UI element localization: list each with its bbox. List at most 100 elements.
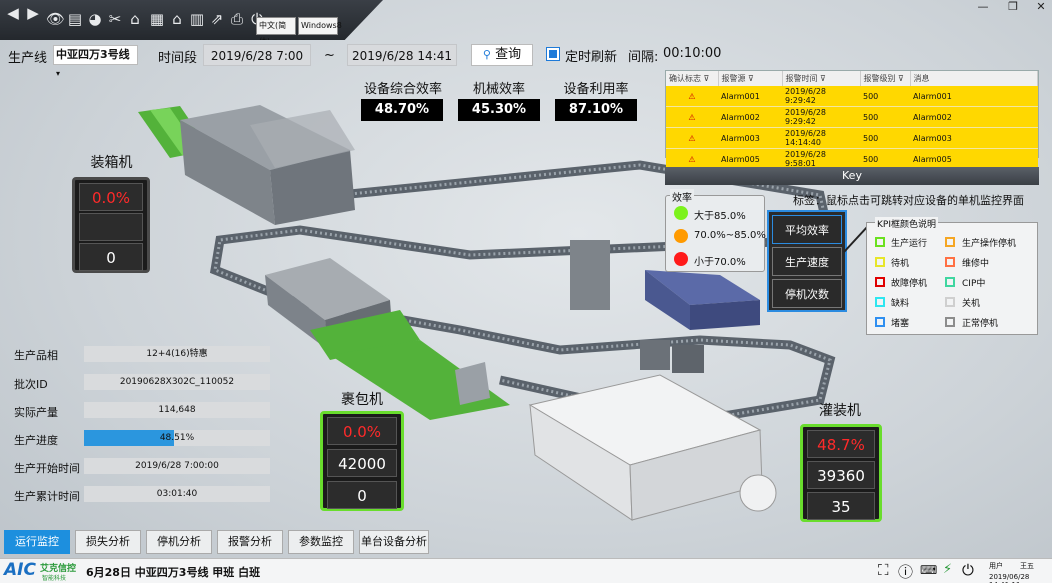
wrapper-title: 裹包机: [341, 392, 383, 408]
alarm-cell: 2019/6/28 9:29:42: [782, 86, 860, 107]
progress-text: 48.51%: [159, 433, 195, 443]
language-select[interactable]: 中文(简体) ▾: [256, 17, 296, 40]
alarm-col-source[interactable]: 报警源 ⊽: [718, 71, 783, 86]
wrapper-efficiency: 0.0%: [327, 417, 397, 445]
alarm-col-message-label: 消息: [913, 74, 930, 83]
back-arrow-icon[interactable]: ◀: [4, 4, 22, 22]
line-label: 生产线: [8, 51, 48, 66]
efficiency-high-label: 大于85.0%: [694, 211, 746, 222]
info-elapsed-label: 生产累计时间: [14, 490, 80, 503]
boxer-stops: 0: [79, 243, 143, 271]
info-elapsed-value: 03:01:40: [84, 486, 270, 502]
info-start-value: 2019/6/28 7:00:00: [84, 458, 270, 474]
tab-param-monitor[interactable]: 参数监控: [288, 530, 354, 554]
status-legend-label: 缺料: [891, 299, 910, 309]
home-icon[interactable]: ⌂: [168, 10, 186, 28]
auto-refresh-checkbox[interactable]: [546, 47, 560, 61]
print-icon[interactable]: ⎙: [228, 10, 246, 28]
efficiency-legend: 效率 大于85.0% 70.0%~85.0% 小于70.0%: [665, 189, 766, 272]
alarm-cell: 500: [860, 106, 910, 128]
grid-icon[interactable]: ▦: [148, 10, 166, 28]
filter-icon[interactable]: ⊽: [820, 74, 826, 83]
keyboard-icon[interactable]: ⌨: [920, 563, 937, 577]
alarm-header-row: 确认标志 ⊽ 报警源 ⊽ 报警时间 ⊽ 报警级别 ⊽ 消息: [666, 71, 1038, 86]
alarm-col-level[interactable]: 报警级别 ⊽: [860, 71, 911, 86]
line-select[interactable]: 中亚四万3号线 ▾: [53, 45, 138, 78]
chevron-down-icon: ▾: [56, 69, 61, 78]
status-swatch-icon: [945, 317, 955, 327]
avg-efficiency-button[interactable]: 平均效率: [772, 215, 842, 244]
alarm-col-message[interactable]: 消息: [910, 71, 1038, 86]
oee-value: 48.70%: [361, 99, 443, 121]
company-logo: AIC: [4, 560, 36, 580]
kpi-legend-title: KPI框颜色说明: [875, 217, 938, 230]
info-batch-value: 20190628X302C_110052: [84, 374, 270, 390]
theme-select[interactable]: Windows8 ▾: [298, 17, 342, 40]
layers-icon[interactable]: ▥: [188, 10, 206, 28]
status-bar: AIC 艾克信控 智能科技 6月28日 中亚四万3号线 甲班 白班 ⛶ ⓘ ⌨ …: [0, 558, 1052, 583]
alarm-col-time[interactable]: 报警时间 ⊽: [782, 71, 861, 86]
filler-kpi-panel[interactable]: 48.7% 39360 35: [800, 424, 882, 522]
close-icon[interactable]: ✕: [1030, 0, 1052, 14]
tab-run-monitor[interactable]: 运行监控: [4, 530, 70, 554]
tab-loss-analysis[interactable]: 损失分析: [75, 530, 141, 554]
status-datetime: 2019/06/28 14:41:11: [989, 573, 1030, 583]
alarm-row[interactable]: ⚠ Alarm001 2019/6/28 9:29:42 500 Alarm001: [666, 86, 1038, 107]
power-icon[interactable]: ⏻: [962, 561, 974, 579]
alarm-row[interactable]: ⚠ Alarm002 2019/6/28 9:29:42 500 Alarm002: [666, 106, 1038, 128]
warning-icon: ⚠: [666, 86, 718, 107]
kpi-color-legend: KPI框颜色说明 生产运行 生产操作停机 待机 维修中 故障停机 CIP中 缺料 关机 堵塞 正常…: [866, 217, 1038, 335]
period-separator: ~: [324, 48, 335, 63]
minimize-icon[interactable]: —: [972, 0, 994, 14]
tools-icon[interactable]: ✂: [106, 10, 124, 28]
eye-icon[interactable]: 👁: [46, 10, 65, 28]
stop-count-button[interactable]: 停机次数: [772, 279, 842, 308]
alarm-cell: Alarm003: [718, 127, 782, 149]
end-time-input[interactable]: 2019/6/28 14:41: [347, 44, 457, 66]
alarm-col-level-label: 报警级别: [863, 74, 896, 83]
tab-single-device[interactable]: 单台设备分析: [359, 530, 429, 554]
oee-label: 设备综合效率: [363, 82, 442, 97]
query-button[interactable]: ⚲ 查询: [471, 44, 533, 66]
filler-title: 灌装机: [819, 403, 861, 419]
wrapper-kpi-panel[interactable]: 0.0% 42000 0: [320, 411, 404, 511]
info-icon[interactable]: ⓘ: [898, 561, 913, 582]
info-output-label: 实际产量: [14, 406, 58, 419]
tab-stop-analysis[interactable]: 停机分析: [146, 530, 212, 554]
start-time-input[interactable]: 2019/6/28 7:00: [203, 44, 311, 66]
auto-refresh-label: 定时刷新: [565, 50, 618, 65]
factory-icon[interactable]: ⌂: [126, 10, 144, 28]
alarm-cell: Alarm001: [718, 86, 782, 107]
filter-icon[interactable]: ⊽: [748, 74, 754, 83]
search-icon: ⚲: [482, 48, 491, 61]
shift-info: 6月28日 中亚四万3号线 甲班 白班: [86, 566, 261, 579]
status-legend-label: 关机: [962, 299, 981, 309]
maximize-icon[interactable]: ❐: [1002, 0, 1024, 14]
period-label: 时间段: [158, 51, 198, 66]
alarm-row[interactable]: ⚠ Alarm003 2019/6/28 14:14:40 500 Alarm003: [666, 127, 1038, 149]
wrapper-stops: 0: [327, 481, 397, 509]
alarm-cell: Alarm002: [718, 106, 782, 128]
wrapper-speed: 42000: [327, 449, 397, 477]
status-legend-label: CIP中: [962, 279, 986, 289]
forward-arrow-icon[interactable]: ▶: [24, 4, 42, 22]
status-swatch-icon: [875, 297, 885, 307]
info-product-value: 12+4(16)特惠: [84, 346, 270, 362]
production-speed-button[interactable]: 生产速度: [772, 247, 842, 276]
alarm-col-ack[interactable]: 确认标志 ⊽: [666, 71, 719, 86]
status-legend-label: 正常停机: [962, 319, 999, 329]
filter-icon[interactable]: ⊽: [704, 74, 710, 83]
query-button-label: 查询: [495, 47, 522, 62]
status-legend-label: 生产操作停机: [962, 239, 1017, 249]
filter-icon[interactable]: ⊽: [898, 74, 904, 83]
fullscreen-icon[interactable]: ⛶: [878, 561, 889, 579]
info-batch-label: 批次ID: [14, 378, 48, 391]
production-progress-bar: 48.51%: [84, 430, 270, 446]
pie-chart-icon[interactable]: ◕: [86, 10, 104, 28]
boxer-kpi-panel[interactable]: 0.0% 0: [72, 177, 150, 273]
tab-alarm-analysis[interactable]: 报警分析: [217, 530, 283, 554]
theme-select-value: Windows8: [301, 21, 342, 30]
status-swatch-icon: [875, 257, 885, 267]
document-icon[interactable]: ▤: [66, 10, 84, 28]
export-icon[interactable]: ⇗: [208, 10, 226, 28]
